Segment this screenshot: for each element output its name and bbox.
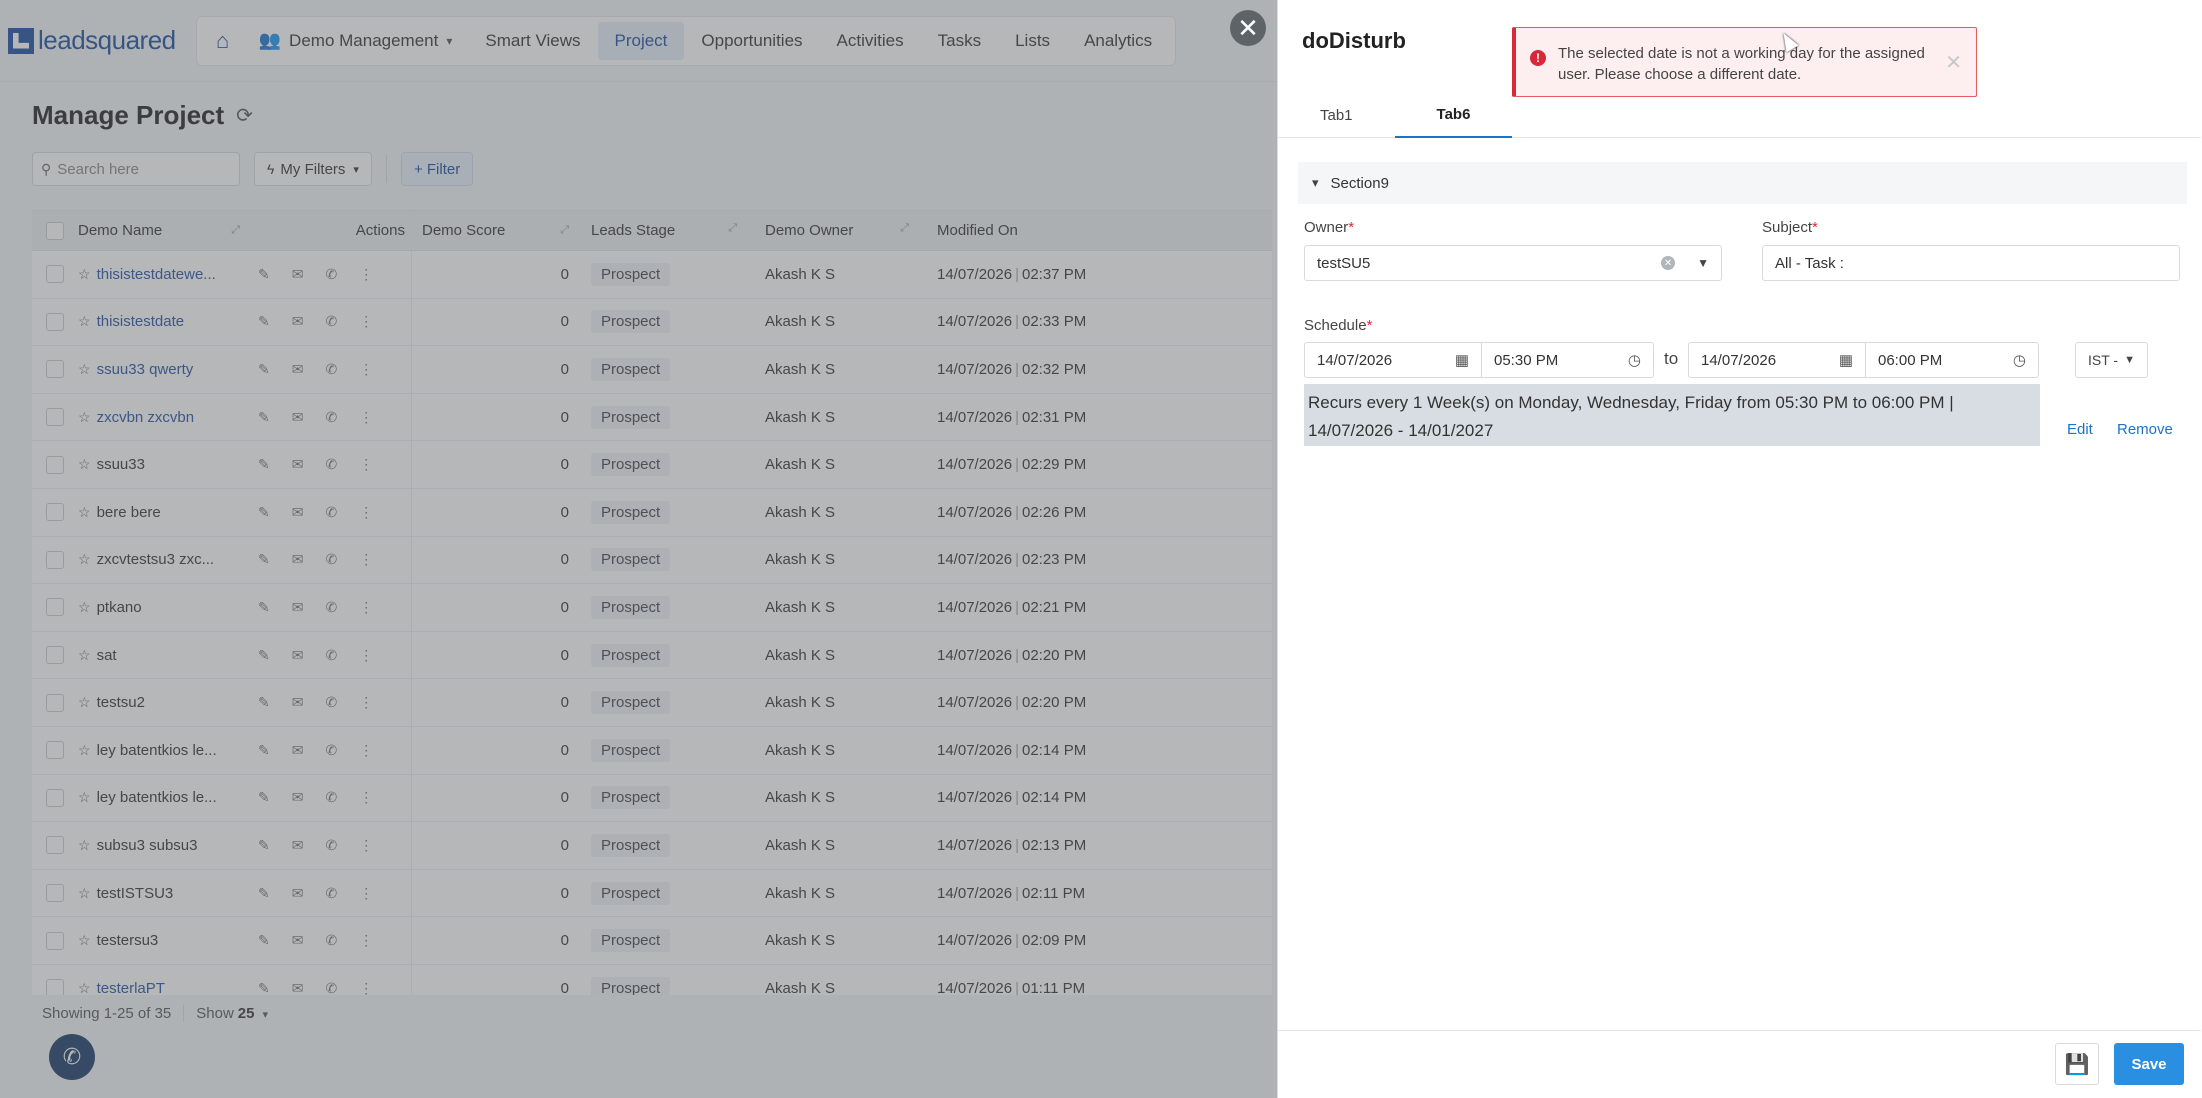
- calendar-icon[interactable]: ▦: [1455, 351, 1469, 369]
- calendar-icon[interactable]: ▦: [1839, 351, 1853, 369]
- close-drawer-button[interactable]: ✕: [1230, 10, 1266, 46]
- timezone-select[interactable]: IST - ▼: [2075, 342, 2148, 378]
- start-time-value: 05:30 PM: [1494, 351, 1559, 369]
- clock-icon[interactable]: ◷: [2013, 351, 2026, 369]
- owner-label-text: Owner: [1304, 219, 1349, 236]
- remove-recurrence-link[interactable]: Remove: [2117, 421, 2173, 438]
- end-date-input[interactable]: 14/07/2026 ▦: [1689, 343, 1865, 377]
- chevron-down-icon: ▾: [1312, 175, 1319, 190]
- schedule-end: 14/07/2026 ▦ 06:00 PM ◷: [1688, 342, 2039, 378]
- required-mark: *: [1812, 219, 1818, 236]
- floppy-disk-icon: 💾: [2064, 1053, 2090, 1076]
- tab-tab1[interactable]: Tab1: [1278, 92, 1395, 138]
- end-time-value: 06:00 PM: [1878, 351, 1943, 369]
- task-drawer: doDisturb Tab1 Tab6 ! The selected date …: [1277, 0, 2202, 1098]
- section-header[interactable]: ▾ Section9: [1298, 162, 2187, 204]
- end-time-input[interactable]: 06:00 PM ◷: [1865, 343, 2038, 377]
- subject-value: All - Task :: [1775, 254, 1844, 272]
- clock-icon[interactable]: ◷: [1628, 351, 1641, 369]
- schedule-label-text: Schedule: [1304, 317, 1367, 334]
- error-message: The selected date is not a working day f…: [1558, 45, 1925, 83]
- timezone-value: IST -: [2088, 352, 2119, 368]
- required-mark: *: [1366, 317, 1373, 334]
- tab-tab6[interactable]: Tab6: [1394, 92, 1513, 138]
- drawer-tabs: Tab1 Tab6: [1278, 92, 2201, 138]
- caret-down-icon: ▼: [2124, 354, 2135, 366]
- to-label: to: [1664, 349, 1679, 368]
- error-icon: !: [1530, 50, 1546, 66]
- save-button[interactable]: Save: [2114, 1043, 2184, 1085]
- close-icon[interactable]: ✕: [1945, 50, 1962, 75]
- section-title: Section9: [1330, 174, 1389, 192]
- subject-input[interactable]: All - Task :: [1762, 245, 2180, 281]
- start-date-input[interactable]: 14/07/2026 ▦: [1305, 343, 1481, 377]
- owner-value: testSU5: [1317, 254, 1371, 272]
- schedule-label: Schedule*: [1304, 317, 1372, 334]
- drawer-footer: 💾 Save: [1278, 1030, 2201, 1098]
- subject-label: Subject*: [1762, 219, 1818, 236]
- start-time-input[interactable]: 05:30 PM ◷: [1481, 343, 1653, 377]
- subject-label-text: Subject: [1762, 219, 1813, 236]
- schedule-start: 14/07/2026 ▦ 05:30 PM ◷: [1304, 342, 1654, 378]
- modal-backdrop[interactable]: [0, 0, 1277, 1098]
- start-date-value: 14/07/2026: [1317, 351, 1393, 369]
- end-date-value: 14/07/2026: [1701, 351, 1777, 369]
- save-draft-button[interactable]: 💾: [2055, 1043, 2099, 1085]
- error-toast: ! The selected date is not a working day…: [1512, 27, 1977, 97]
- owner-label: Owner*: [1304, 219, 1354, 236]
- caret-down-icon[interactable]: ▼: [1697, 256, 1709, 270]
- drawer-title: doDisturb: [1302, 28, 1406, 53]
- recurrence-summary: Recurs every 1 Week(s) on Monday, Wednes…: [1304, 384, 2040, 446]
- owner-select[interactable]: testSU5 ✕ ▼: [1304, 245, 1722, 281]
- required-mark: *: [1348, 219, 1355, 236]
- edit-recurrence-link[interactable]: Edit: [2067, 421, 2093, 438]
- clear-icon[interactable]: ✕: [1661, 256, 1676, 270]
